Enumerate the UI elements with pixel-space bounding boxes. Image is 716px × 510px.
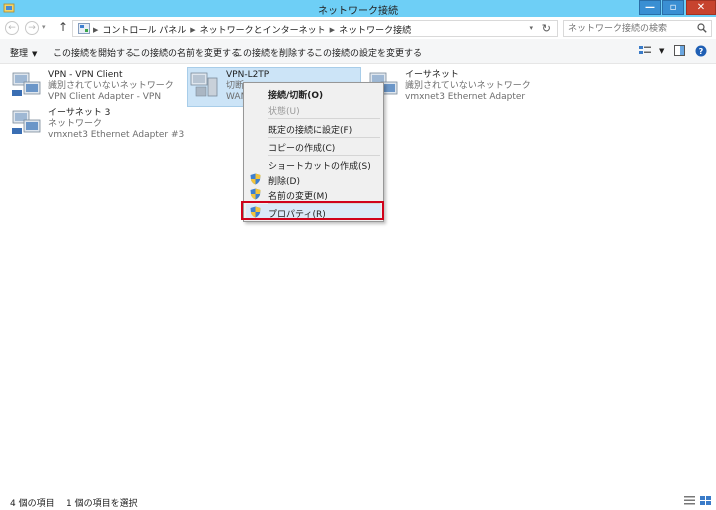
uac-shield-icon bbox=[250, 173, 261, 185]
breadcrumb-control-panel[interactable]: コントロール パネル bbox=[102, 23, 186, 36]
chevron-right-icon[interactable]: ▶ bbox=[190, 26, 195, 34]
connection-vpn-client[interactable]: VPN - VPN Client 識別されていないネットワーク VPN Clie… bbox=[10, 68, 180, 108]
breadcrumb: ▶ コントロール パネル ▶ ネットワークとインターネット ▶ ネットワーク接続 bbox=[93, 23, 411, 37]
preview-pane-icon[interactable] bbox=[674, 45, 685, 56]
change-settings-button[interactable]: この接続の設定を変更する bbox=[314, 46, 422, 59]
item-count: 4 個の項目 bbox=[10, 499, 55, 509]
address-dropdown-icon[interactable]: ▾ bbox=[529, 24, 533, 32]
delete-connection-button[interactable]: この接続を削除する bbox=[234, 46, 315, 59]
menu-item-set-default[interactable]: 既定の接続に設定(F) bbox=[246, 120, 381, 136]
breadcrumb-network-internet[interactable]: ネットワークとインターネット bbox=[200, 23, 326, 36]
uac-shield-icon bbox=[250, 188, 261, 200]
menu-item-shortcut[interactable]: ショートカットの作成(S) bbox=[246, 156, 381, 172]
menu-item-label: 接続/切断(O) bbox=[268, 91, 324, 101]
chevron-down-icon: ▼ bbox=[32, 50, 38, 58]
chevron-right-icon[interactable]: ▶ bbox=[93, 26, 98, 34]
rename-connection-button[interactable]: この接続の名前を変更する bbox=[132, 46, 240, 59]
connection-status: 識別されていないネットワーク bbox=[405, 81, 531, 91]
connection-status: 識別されていないネットワーク bbox=[48, 81, 174, 91]
command-bar: 整理 ▼ この接続を開始する この接続の名前を変更する この接続を削除する この接… bbox=[0, 39, 716, 64]
connection-adapter: vmxnet3 Ethernet Adapter #3 bbox=[48, 130, 185, 140]
menu-item-rename[interactable]: 名前の変更(M) bbox=[246, 186, 381, 202]
connection-info: イーサネット 3 ネットワーク vmxnet3 Ethernet Adapter… bbox=[48, 108, 184, 141]
selected-count: 1 個の項目を選択 bbox=[66, 499, 138, 509]
close-button[interactable]: ✕ bbox=[686, 0, 716, 15]
chevron-right-icon[interactable]: ▶ bbox=[330, 26, 335, 34]
minimize-button[interactable]: — bbox=[639, 0, 661, 15]
connection-info: イーサネット 識別されていないネットワーク vmxnet3 Ethernet A… bbox=[405, 70, 531, 103]
connection-adapter: vmxnet3 Ethernet Adapter bbox=[405, 92, 526, 102]
back-arrow-icon[interactable]: ← bbox=[5, 21, 19, 35]
control-panel-icon bbox=[78, 23, 90, 34]
start-connection-button[interactable]: この接続を開始する bbox=[53, 46, 134, 59]
address-bar[interactable]: ▶ コントロール パネル ▶ ネットワークとインターネット ▶ ネットワーク接続… bbox=[72, 20, 558, 37]
window-title: ネットワーク接続 bbox=[318, 6, 398, 17]
refresh-icon[interactable]: ↻ bbox=[542, 22, 551, 35]
svg-text:?: ? bbox=[699, 47, 704, 56]
search-input[interactable] bbox=[568, 22, 693, 35]
menu-item-label: 状態(U) bbox=[268, 107, 300, 117]
organize-label: 整理 bbox=[10, 49, 29, 59]
up-arrow-icon[interactable]: ↑ bbox=[58, 20, 68, 34]
connection-status: ネットワーク bbox=[48, 119, 103, 129]
menu-item-connect[interactable]: 接続/切断(O) bbox=[246, 85, 381, 101]
large-icons-view-icon[interactable] bbox=[700, 496, 711, 505]
help-icon[interactable]: ? bbox=[695, 45, 707, 57]
connection-ethernet-3[interactable]: イーサネット 3 ネットワーク vmxnet3 Ethernet Adapter… bbox=[10, 106, 200, 146]
menu-item-delete[interactable]: 削除(D) bbox=[246, 171, 381, 187]
menu-item-label: 既定の接続に設定(F) bbox=[268, 126, 353, 136]
change-view-icon[interactable] bbox=[639, 45, 651, 56]
search-box bbox=[563, 20, 712, 37]
view-dropdown-icon[interactable]: ▼ bbox=[659, 47, 664, 55]
network-adapter-icon bbox=[12, 72, 41, 96]
maximize-button[interactable]: ▫ bbox=[662, 0, 684, 15]
network-adapter-icon bbox=[12, 110, 41, 134]
highlight-annotation bbox=[241, 201, 384, 220]
breadcrumb-network-connections[interactable]: ネットワーク接続 bbox=[339, 23, 411, 36]
connection-name: VPN - VPN Client bbox=[48, 70, 123, 80]
connection-name: VPN-L2TP bbox=[226, 70, 270, 80]
forward-arrow-icon[interactable]: → bbox=[25, 21, 39, 35]
menu-item-copy[interactable]: コピーの作成(C) bbox=[246, 138, 381, 154]
menu-separator bbox=[268, 118, 380, 119]
search-icon[interactable] bbox=[697, 23, 707, 33]
connection-name: イーサネット bbox=[405, 70, 459, 80]
connection-ethernet[interactable]: イーサネット 識別されていないネットワーク vmxnet3 Ethernet A… bbox=[367, 68, 547, 108]
connection-adapter: VPN Client Adapter - VPN bbox=[48, 92, 162, 102]
status-bar: 4 個の項目 1 個の項目を選択 bbox=[0, 490, 716, 510]
connection-name: イーサネット 3 bbox=[48, 108, 111, 118]
wan-adapter-icon bbox=[190, 72, 218, 97]
connection-info: VPN - VPN Client 識別されていないネットワーク VPN Clie… bbox=[48, 70, 174, 103]
organize-button[interactable]: 整理 ▼ bbox=[10, 46, 37, 59]
address-bar-area: ← → ▾ ↑ ▶ コントロール パネル ▶ ネットワークとインターネット ▶ … bbox=[0, 17, 716, 39]
title-bar: ネットワーク接続 — ▫ ✕ bbox=[0, 0, 716, 17]
history-dropdown-icon[interactable]: ▾ bbox=[42, 23, 46, 31]
details-view-icon[interactable] bbox=[684, 496, 695, 505]
menu-item-status[interactable]: 状態(U) bbox=[246, 101, 381, 117]
menu-item-label: コピーの作成(C) bbox=[268, 144, 336, 154]
